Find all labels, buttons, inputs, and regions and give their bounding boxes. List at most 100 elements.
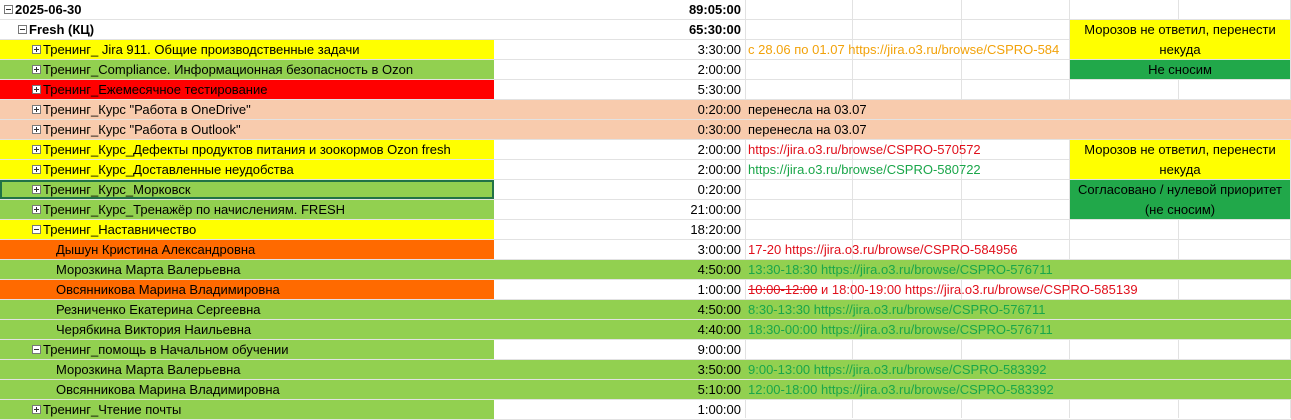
- duration-cell[interactable]: 21:00:00: [494, 200, 745, 219]
- note-cell[interactable]: [745, 80, 1069, 99]
- note-cell[interactable]: [745, 220, 1069, 239]
- row-label-cell[interactable]: Тренинг_Чтение почты: [0, 400, 494, 419]
- duration-cell[interactable]: 0:30:00: [494, 120, 745, 139]
- row-label-cell[interactable]: Тренинг_Курс_Тренажёр по начислениям. FR…: [0, 200, 494, 219]
- note-text: 9:00-13:00 https://jira.o3.ru/browse/CSP…: [748, 362, 1047, 377]
- note-cell[interactable]: 18:30-00:00 https://jira.o3.ru/browse/CS…: [745, 320, 1291, 339]
- expand-icon[interactable]: [32, 405, 41, 415]
- row-label: Тренинг_Курс "Работа в OneDrive": [43, 102, 251, 117]
- row-label-cell[interactable]: Тренинг_Курс "Работа в OneDrive": [0, 100, 494, 119]
- row-label-cell[interactable]: Тренинг_Ежемесячное тестирование: [0, 80, 494, 99]
- collapse-icon[interactable]: [4, 5, 13, 15]
- duration-cell[interactable]: 5:10:00: [494, 380, 745, 399]
- row-label-cell[interactable]: Тренинг_Наставничество: [0, 220, 494, 239]
- duration-cell[interactable]: 0:20:00: [494, 180, 745, 199]
- row-label: Тренинг_ Jira 911. Общие производственны…: [43, 42, 360, 57]
- note-cell[interactable]: https://jira.o3.ru/browse/CSPRO-580722: [745, 160, 1069, 179]
- note-cell[interactable]: 10:00-12:00 и 18:00-19:00 https://jira.o…: [745, 280, 1138, 299]
- note-text: https://jira.o3.ru/browse/CSPRO-580722: [748, 162, 981, 177]
- row-label-cell[interactable]: Морозкина Марта Валерьевна: [0, 260, 494, 279]
- duration-cell[interactable]: 4:50:00: [494, 300, 745, 319]
- row-label-cell[interactable]: Тренинг_Compliance. Информационная безоп…: [0, 60, 494, 79]
- note-cell[interactable]: 9:00-13:00 https://jira.o3.ru/browse/CSP…: [745, 360, 1291, 379]
- note-text: 17-20 https://jira.o3.ru/browse/CSPRO-58…: [748, 242, 1018, 257]
- duration-cell[interactable]: 5:30:00: [494, 80, 745, 99]
- row-label-cell[interactable]: Тренинг_Курс_Доставленные неудобства: [0, 160, 494, 179]
- row-label-cell[interactable]: Резниченко Екатерина Сергеевна: [0, 300, 494, 319]
- spreadsheet-grid: 2025-06-30 89:05:00 Fresh (КЦ) 65:30:00 Трен…: [0, 0, 1291, 420]
- note-cell[interactable]: 8:30-13:30 https://jira.o3.ru/browse/CSP…: [745, 300, 1291, 319]
- duration-cell[interactable]: 65:30:00: [494, 20, 745, 39]
- struck-time: 10:00-12:00: [748, 282, 818, 297]
- row-label: Тренинг_Курс_Доставленные неудобства: [43, 162, 294, 177]
- row-label: Черябкина Виктория Наильевна: [56, 322, 252, 337]
- row-label-cell[interactable]: Дышун Кристина Александровна: [0, 240, 494, 259]
- expand-icon[interactable]: [32, 185, 41, 195]
- note-cell[interactable]: [745, 400, 1069, 419]
- row-label-cell[interactable]: Морозкина Марта Валерьевна: [0, 360, 494, 379]
- row-label-cell[interactable]: Черябкина Виктория Наильевна: [0, 320, 494, 339]
- duration-cell[interactable]: 3:00:00: [494, 240, 745, 259]
- note-cell[interactable]: перенесла на 03.07: [745, 100, 1291, 119]
- duration-cell[interactable]: 1:00:00: [494, 280, 745, 299]
- note-cell[interactable]: [745, 200, 1069, 219]
- expand-icon[interactable]: [32, 165, 41, 175]
- duration-cell[interactable]: 2:00:00: [494, 60, 745, 79]
- row-label-cell[interactable]: Тренинг_Курс_Морковск: [0, 180, 494, 199]
- note-cell[interactable]: [745, 20, 1069, 39]
- comment-cell[interactable]: Морозов не ответил, перенести некуда: [1070, 140, 1290, 179]
- row-label-cell[interactable]: 2025-06-30: [0, 0, 494, 19]
- note-cell[interactable]: https://jira.o3.ru/browse/CSPRO-570572: [745, 140, 1069, 159]
- expand-icon[interactable]: [32, 145, 41, 155]
- duration-cell[interactable]: 89:05:00: [494, 0, 745, 19]
- duration-cell[interactable]: 9:00:00: [494, 340, 745, 359]
- expand-icon[interactable]: [32, 85, 41, 95]
- note-cell[interactable]: 17-20 https://jira.o3.ru/browse/CSPRO-58…: [745, 240, 1069, 259]
- note-cell[interactable]: 12:00-18:00 https://jira.o3.ru/browse/CS…: [745, 380, 1291, 399]
- row-label-cell[interactable]: Овсянникова Марина Владимировна: [0, 280, 494, 299]
- table-row: Морозкина Марта Валерьевна 4:50:00 13:30-1…: [0, 260, 1291, 280]
- table-row: Дышун Кристина Александровна 3:00:00 17-20…: [0, 240, 1291, 260]
- duration-cell[interactable]: 4:50:00: [494, 260, 745, 279]
- table-row: Тренинг_Ежемесячное тестирование 5:30:00: [0, 80, 1291, 100]
- duration-cell[interactable]: 2:00:00: [494, 160, 745, 179]
- row-label-cell[interactable]: Тренинг_помощь в Начальном обучении: [0, 340, 494, 359]
- note-cell[interactable]: 13:30-18:30 https://jira.o3.ru/browse/CS…: [745, 260, 1291, 279]
- row-label: Тренинг_Compliance. Информационная безоп…: [43, 62, 414, 77]
- comment-cell[interactable]: Согласовано / нулевой приоритет (не снос…: [1070, 180, 1290, 219]
- duration-cell[interactable]: 3:30:00: [494, 40, 745, 59]
- duration-cell[interactable]: 18:20:00: [494, 220, 745, 239]
- table-row: Тренинг_Наставничество 18:20:00: [0, 220, 1291, 240]
- table-row: Морозкина Марта Валерьевна 3:50:00 9:00-13…: [0, 360, 1291, 380]
- duration-cell[interactable]: 2:00:00: [494, 140, 745, 159]
- table-row: Тренинг_Курс "Работа в OneDrive" 0:20:00 п…: [0, 100, 1291, 120]
- note-cell[interactable]: с 28.06 по 01.07 https://jira.o3.ru/brow…: [745, 40, 1069, 59]
- row-label-cell[interactable]: Овсянникова Марина Владимировна: [0, 380, 494, 399]
- row-label-cell[interactable]: Тренинг_ Jira 911. Общие производственны…: [0, 40, 494, 59]
- row-label-cell[interactable]: Тренинг_Курс_Дефекты продуктов питания и…: [0, 140, 494, 159]
- note-cell[interactable]: [745, 60, 1069, 79]
- collapse-icon[interactable]: [18, 25, 27, 35]
- collapse-icon[interactable]: [32, 225, 41, 235]
- note-cell[interactable]: [745, 180, 1069, 199]
- expand-icon[interactable]: [32, 205, 41, 215]
- row-label-cell[interactable]: Тренинг_Курс "Работа в Outlook": [0, 120, 494, 139]
- note-cell[interactable]: [745, 0, 1069, 19]
- comment-cell[interactable]: Не сносим: [1070, 60, 1290, 79]
- collapse-icon[interactable]: [32, 345, 41, 355]
- expand-icon[interactable]: [32, 45, 41, 55]
- row-label: Тренинг_Курс_Тренажёр по начислениям. FR…: [43, 202, 346, 217]
- expand-icon[interactable]: [32, 125, 41, 135]
- note-text: 8:30-13:30 https://jira.o3.ru/browse/CSP…: [748, 302, 1046, 317]
- note-cell[interactable]: [745, 340, 1069, 359]
- expand-icon[interactable]: [32, 105, 41, 115]
- row-label-cell[interactable]: Fresh (КЦ): [0, 20, 494, 39]
- duration-cell[interactable]: 1:00:00: [494, 400, 745, 419]
- note-cell[interactable]: перенесла на 03.07: [745, 120, 1291, 139]
- comment-cell[interactable]: Морозов не ответил, перенести некуда: [1070, 20, 1290, 59]
- table-row: Тренинг_помощь в Начальном обучении 9:00:…: [0, 340, 1291, 360]
- duration-cell[interactable]: 0:20:00: [494, 100, 745, 119]
- duration-cell[interactable]: 3:50:00: [494, 360, 745, 379]
- expand-icon[interactable]: [32, 65, 41, 75]
- duration-cell[interactable]: 4:40:00: [494, 320, 745, 339]
